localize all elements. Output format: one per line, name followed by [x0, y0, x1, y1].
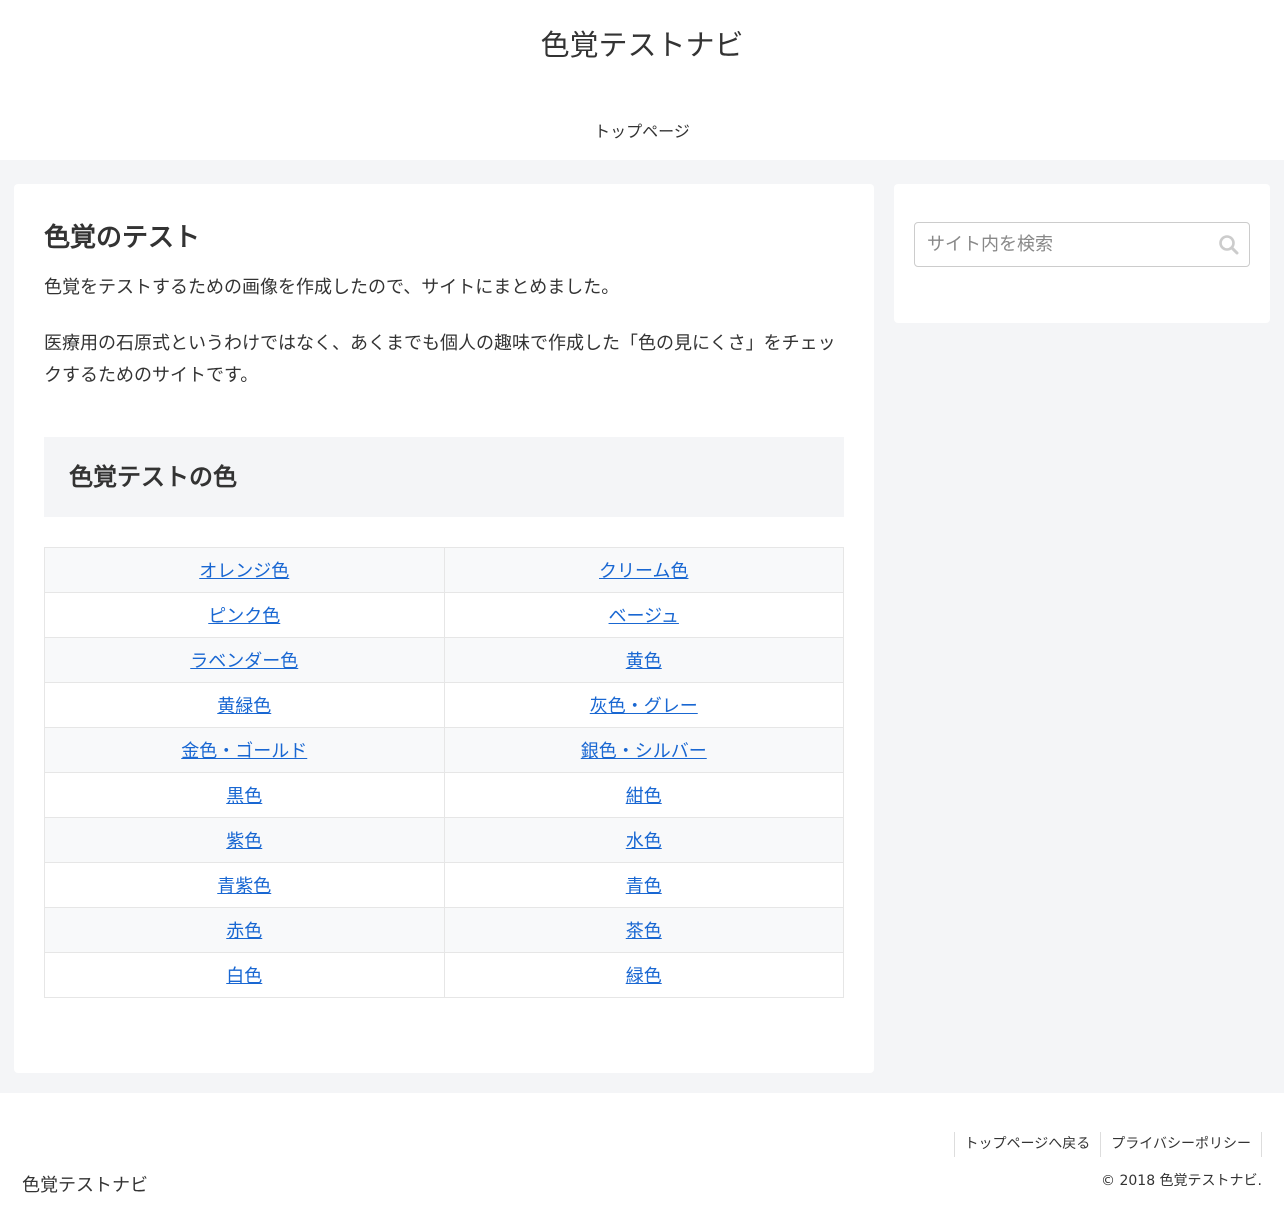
site-title-link[interactable]: 色覚テストナビ [0, 26, 1284, 64]
footer-logo[interactable]: 色覚テストナビ [22, 1171, 148, 1197]
main-content: 色覚のテスト 色覚をテストするための画像を作成したので、サイトにまとめました。 … [14, 184, 874, 1073]
site-header: 色覚テストナビ トップページ [0, 0, 1284, 160]
table-cell: 青紫色 [44, 862, 445, 908]
color-link[interactable]: ラベンダー色 [190, 651, 298, 672]
table-cell: ベージュ [443, 592, 844, 638]
intro-paragraph: 色覚をテストするための画像を作成したので、サイトにまとめました。 [44, 277, 620, 298]
search-icon[interactable] [1217, 233, 1241, 257]
color-link[interactable]: 黄色 [626, 651, 662, 672]
color-link[interactable]: 黄緑色 [217, 696, 271, 717]
search-form [914, 222, 1250, 267]
color-link[interactable]: 赤色 [226, 921, 262, 942]
footer-link-privacy-policy[interactable]: プライバシーポリシー [1100, 1132, 1262, 1157]
table-cell: クリーム色 [443, 547, 844, 593]
footer-link-top-page[interactable]: トップページへ戻る [953, 1132, 1101, 1157]
table-row: 紫色 水色 [44, 817, 844, 863]
sidebar [894, 184, 1270, 323]
table-cell: 緑色 [443, 952, 844, 998]
table-cell: 茶色 [443, 907, 844, 953]
table-cell: 紺色 [443, 772, 844, 818]
table-row: 白色 緑色 [44, 952, 844, 998]
table-row: 金色・ゴールド 銀色・シルバー [44, 727, 844, 773]
nav-item-top-page[interactable]: トップページ [594, 122, 690, 141]
color-link[interactable]: 紺色 [626, 786, 662, 807]
search-input[interactable] [915, 223, 1217, 266]
table-cell: 黒色 [44, 772, 445, 818]
table-cell: 灰色・グレー [443, 682, 844, 728]
global-nav: トップページ [0, 118, 1284, 142]
color-link[interactable]: 灰色・グレー [590, 696, 698, 717]
table-row: 黒色 紺色 [44, 772, 844, 818]
color-link[interactable]: 緑色 [626, 966, 662, 987]
table-cell: 金色・ゴールド [44, 727, 445, 773]
color-link[interactable]: 白色 [226, 966, 262, 987]
table-cell: ピンク色 [44, 592, 445, 638]
color-link[interactable]: 紫色 [226, 831, 262, 852]
section-heading-box: 色覚テストの色 [44, 437, 844, 517]
color-link[interactable]: 茶色 [626, 921, 662, 942]
footer-nav: トップページへ戻る プライバシーポリシー [953, 1132, 1262, 1157]
table-row: 黄緑色 灰色・グレー [44, 682, 844, 728]
color-link[interactable]: 金色・ゴールド [181, 741, 307, 762]
table-cell: 紫色 [44, 817, 445, 863]
table-row: 赤色 茶色 [44, 907, 844, 953]
color-link[interactable]: 黒色 [226, 786, 262, 807]
table-cell: 黄緑色 [44, 682, 445, 728]
color-link[interactable]: 銀色・シルバー [581, 741, 707, 762]
table-cell: 水色 [443, 817, 844, 863]
color-link[interactable]: クリーム色 [599, 561, 688, 582]
color-link-table: オレンジ色 クリーム色 ピンク色 ベージュ ラベンダー色 黄色 黄緑色 灰色・グ… [44, 547, 844, 998]
table-row: オレンジ色 クリーム色 [44, 547, 844, 593]
description-paragraph: 医療用の石原式というわけではなく、あくまでも個人の趣味で作成した「色の見にくさ」… [44, 333, 836, 386]
section-heading: 色覚テストの色 [69, 463, 237, 491]
table-cell: 赤色 [44, 907, 445, 953]
table-row: ラベンダー色 黄色 [44, 637, 844, 683]
table-cell: ラベンダー色 [44, 637, 445, 683]
table-cell: オレンジ色 [44, 547, 445, 593]
color-link[interactable]: 青紫色 [217, 876, 271, 897]
table-cell: 銀色・シルバー [443, 727, 844, 773]
copyright: © 2018 色覚テストナビ. [1101, 1173, 1262, 1189]
table-cell: 黄色 [443, 637, 844, 683]
page-title: 色覚のテスト [44, 223, 201, 253]
color-link[interactable]: 水色 [626, 831, 662, 852]
table-cell: 白色 [44, 952, 445, 998]
table-row: ピンク色 ベージュ [44, 592, 844, 638]
color-link[interactable]: 青色 [626, 876, 662, 897]
color-link[interactable]: オレンジ色 [199, 561, 289, 582]
table-cell: 青色 [443, 862, 844, 908]
site-footer: 色覚テストナビ トップページへ戻る プライバシーポリシー © 2018 色覚テス… [0, 1093, 1284, 1207]
color-link[interactable]: ベージュ [609, 606, 679, 627]
table-row: 青紫色 青色 [44, 862, 844, 908]
color-link[interactable]: ピンク色 [208, 606, 280, 627]
